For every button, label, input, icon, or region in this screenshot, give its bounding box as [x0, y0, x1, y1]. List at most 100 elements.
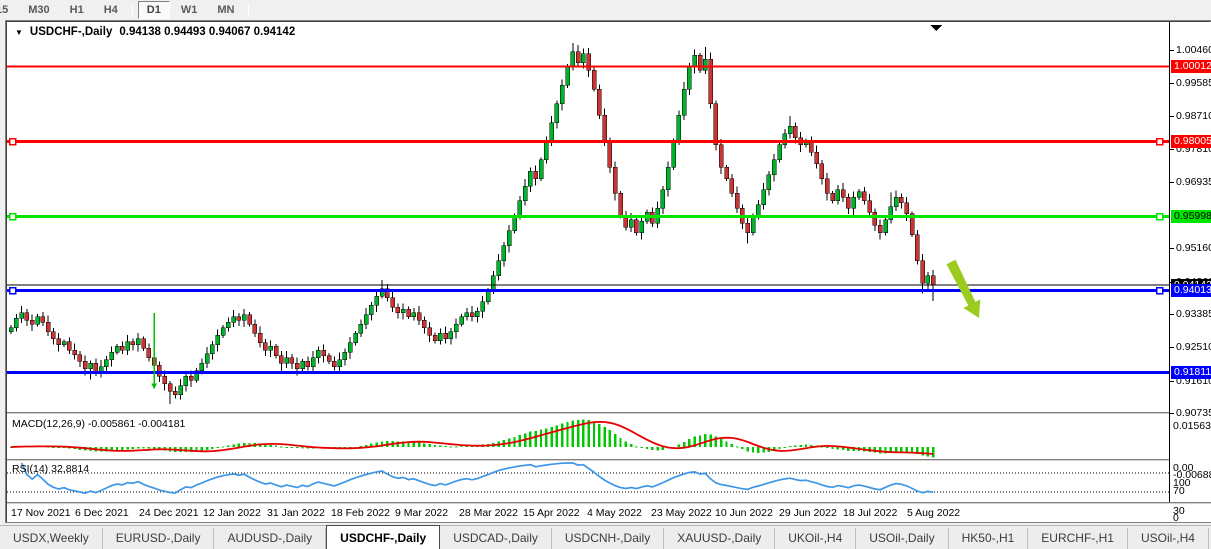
candle-body [629, 220, 633, 227]
tab-usdcad-daily[interactable]: USDCAD-,Daily [440, 528, 552, 549]
tab-usdchf-daily[interactable]: USDCHF-,Daily [326, 525, 440, 549]
rsi-plot[interactable] [7, 462, 1169, 502]
candle-body [857, 192, 861, 198]
candle-body [528, 171, 532, 186]
candle-body [62, 342, 66, 345]
candle-body [73, 350, 77, 354]
candle-body [269, 346, 273, 350]
candle-body [253, 324, 257, 333]
tab-eurusd-daily[interactable]: EURUSD-,Daily [103, 528, 215, 549]
candles-group [9, 43, 935, 404]
price-level-badge-0.98005: 0.98005 [1171, 135, 1211, 148]
candle-body [465, 313, 469, 317]
candle-body [698, 55, 702, 70]
symbol-tab-bar: USDX,WeeklyEURUSD-,DailyAUDUSD-,DailyUSD… [0, 525, 1211, 549]
timeframe-button-15[interactable]: 15 [0, 1, 17, 19]
sell-arrow-head [151, 383, 157, 389]
price-level-badge-0.95998: 0.95998 [1171, 210, 1211, 223]
macd-histogram-bar [360, 446, 362, 447]
hline-selection-marker[interactable] [10, 214, 16, 220]
panel-divider[interactable] [7, 412, 1211, 415]
candle-body [693, 55, 697, 66]
down-trend-arrow-shape [947, 260, 981, 318]
date-axis: 17 Nov 20216 Dec 202124 Dec 202112 Jan 2… [7, 504, 1211, 522]
candle-body [820, 164, 824, 179]
timeframe-button-m30[interactable]: M30 [19, 1, 58, 19]
price-axis-line [1169, 22, 1170, 502]
down-trend-arrow-icon[interactable] [947, 260, 981, 318]
date-tick-label: 29 Jun 2022 [779, 507, 837, 519]
macd-histogram-bar [784, 447, 786, 448]
timeframe-button-mn[interactable]: MN [208, 1, 243, 19]
candle-body [873, 212, 877, 225]
axis-tick-label: 0.93385 [1176, 308, 1211, 320]
tab-usoil-h4[interactable]: USOil-,H4 [1128, 528, 1209, 549]
candle-body [311, 358, 315, 367]
hline-selection-marker[interactable] [10, 139, 16, 145]
macd-histogram-bar [429, 444, 431, 447]
candle-body [57, 339, 61, 345]
candle-body [783, 134, 787, 145]
macd-histogram-bar [900, 447, 902, 452]
candle-body [475, 311, 479, 317]
candle-body [454, 324, 458, 331]
macd-histogram-bar [641, 447, 643, 448]
macd-histogram-bar [540, 430, 542, 447]
panel-divider[interactable] [7, 459, 1211, 462]
candle-body [83, 361, 87, 368]
tab-eurchf-h1[interactable]: EURCHF-,H1 [1028, 528, 1128, 549]
macd-histogram-bar [619, 438, 621, 447]
axis-tick-label: 0.99585 [1176, 77, 1211, 89]
macd-histogram-bar [137, 447, 139, 449]
hline-selection-marker[interactable] [10, 288, 16, 294]
price-axis[interactable]: 1.004600.995850.987100.978100.969350.951… [1169, 22, 1211, 502]
candle-body [762, 190, 766, 205]
candle-body [444, 333, 448, 339]
tab-usoil-daily[interactable]: USOil-,Daily [856, 528, 948, 549]
candle-body [751, 216, 755, 233]
macd-histogram-bar [535, 431, 537, 447]
timeframe-button-h4[interactable]: H4 [95, 1, 127, 19]
candle-body [735, 193, 739, 208]
candle-body [306, 361, 310, 367]
axis-tick-mark [1170, 83, 1174, 84]
macd-histogram-bar [201, 447, 203, 451]
candle-body [67, 342, 71, 350]
tab-hk50-h1[interactable]: HK50-,H1 [949, 528, 1029, 549]
macd-histogram-bar [206, 447, 208, 450]
candle-body [157, 365, 161, 376]
candlestick-plot[interactable] [7, 22, 1169, 413]
candle-body [126, 342, 130, 350]
timeframe-button-d1[interactable]: D1 [138, 1, 170, 19]
timeframe-button-h1[interactable]: H1 [61, 1, 93, 19]
chart-title-symbol: USDCHF-,Daily [30, 26, 112, 38]
candle-body [666, 167, 670, 189]
candle-body [221, 328, 225, 335]
sell-arrow-icon[interactable] [151, 313, 157, 389]
tab-usdx-weekly[interactable]: USDX,Weekly [0, 528, 103, 549]
date-tick-label: 5 Aug 2022 [907, 507, 960, 519]
tab-usdcnh-daily[interactable]: USDCNH-,Daily [552, 528, 664, 549]
timeframe-button-w1[interactable]: W1 [172, 1, 207, 19]
rsi-line [22, 463, 934, 493]
tab-audusd-daily[interactable]: AUDUSD-,Daily [214, 528, 326, 549]
macd-histogram-bar [418, 443, 420, 447]
tab-xauusd-daily[interactable]: XAUUSD-,Daily [664, 528, 775, 549]
date-tick-label: 17 Nov 2021 [11, 507, 71, 519]
candle-body [391, 298, 395, 307]
candle-body [825, 179, 829, 194]
tab-ukoil-h4[interactable]: UKOil-,H4 [775, 528, 856, 549]
macd-histogram-bar [704, 434, 706, 447]
axis-tick-mark [1170, 314, 1174, 315]
candle-body [592, 70, 596, 89]
candle-body [460, 317, 464, 324]
symbol-dropdown-icon[interactable]: ▼ [15, 28, 23, 37]
hline-selection-marker[interactable] [1157, 139, 1163, 145]
hline-selection-marker[interactable] [1157, 288, 1163, 294]
candle-body [30, 320, 34, 324]
macd-histogram-bar [460, 446, 462, 447]
hline-selection-marker[interactable] [1157, 214, 1163, 220]
chart-shift-marker-icon[interactable] [930, 25, 942, 31]
candle-body [327, 356, 331, 362]
candle-body [608, 141, 612, 167]
